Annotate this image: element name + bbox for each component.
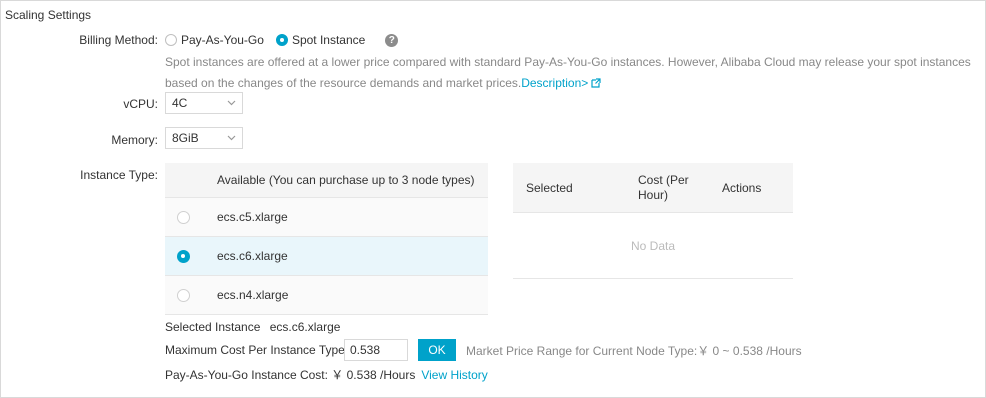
column-selected: Selected <box>526 180 573 195</box>
empty-state: No Data <box>513 213 793 279</box>
vcpu-label: vCPU: <box>123 97 158 111</box>
available-table-header: Available (You can purchase up to 3 node… <box>165 163 488 198</box>
column-actions: Actions <box>722 180 762 195</box>
available-instance-table: Available (You can purchase up to 3 node… <box>165 163 488 315</box>
billing-method-label: Billing Method: <box>79 33 158 47</box>
memory-label: Memory: <box>111 133 158 147</box>
instance-name: ecs.c6.xlarge <box>217 249 288 263</box>
selected-table-header: Selected Cost (Per Hour) Actions <box>513 163 793 213</box>
market-price-range: Market Price Range for Current Node Type… <box>466 344 802 358</box>
payg-cost-line: Pay-As-You-Go Instance Cost: ￥ 0.538 /Ho… <box>165 366 488 383</box>
billing-method-radio-group: Pay-As-You-Go Spot Instance ? <box>165 33 399 47</box>
scaling-settings-panel: Scaling Settings Billing Method: Pay-As-… <box>0 0 986 398</box>
table-row[interactable]: ecs.c6.xlarge <box>165 237 488 276</box>
instance-radio[interactable] <box>177 288 190 302</box>
radio-label-spot-instance[interactable]: Spot Instance <box>292 33 365 47</box>
vcpu-value: 4C <box>172 96 188 110</box>
column-cost: Cost (Per Hour) <box>638 172 689 202</box>
vcpu-select[interactable]: 4C <box>165 92 243 114</box>
instance-radio[interactable] <box>177 210 190 224</box>
instance-name: ecs.c5.xlarge <box>217 210 288 224</box>
question-circle-icon[interactable]: ? <box>385 33 399 47</box>
radio-pay-as-you-go[interactable] <box>165 34 177 46</box>
chevron-down-icon <box>227 135 236 141</box>
selected-instance-table: Selected Cost (Per Hour) Actions No Data <box>513 163 793 279</box>
spot-instance-description: Spot instances are offered at a lower pr… <box>165 52 975 94</box>
chevron-down-icon <box>227 100 236 106</box>
max-cost-label: Maximum Cost Per Instance Type: <box>165 343 349 357</box>
instance-radio[interactable] <box>177 249 190 263</box>
selected-instance-value: ecs.c6.xlarge <box>269 320 341 334</box>
section-title: Scaling Settings <box>5 8 92 22</box>
instance-name: ecs.n4.xlarge <box>217 288 289 302</box>
payg-cost-text: Pay-As-You-Go Instance Cost: ￥ 0.538 /Ho… <box>165 368 416 382</box>
selected-instance-label: Selected Instance <box>165 320 261 334</box>
radio-spot-instance[interactable] <box>275 34 288 46</box>
table-row[interactable]: ecs.n4.xlarge <box>165 276 488 315</box>
table-row[interactable]: ecs.c5.xlarge <box>165 198 488 237</box>
ok-button[interactable]: OK <box>418 339 456 361</box>
description-link[interactable]: Description> <box>521 76 588 90</box>
radio-label-pay-as-you-go[interactable]: Pay-As-You-Go <box>181 33 264 47</box>
selected-instance-line: Selected Instance ecs.c6.xlarge <box>165 320 340 334</box>
memory-select[interactable]: 8GiB <box>165 127 243 149</box>
view-history-link[interactable]: View History <box>421 368 487 382</box>
instance-type-label: Instance Type: <box>80 168 158 182</box>
max-cost-input[interactable] <box>344 339 408 361</box>
external-link-icon[interactable] <box>591 78 601 88</box>
memory-value: 8GiB <box>172 131 199 145</box>
